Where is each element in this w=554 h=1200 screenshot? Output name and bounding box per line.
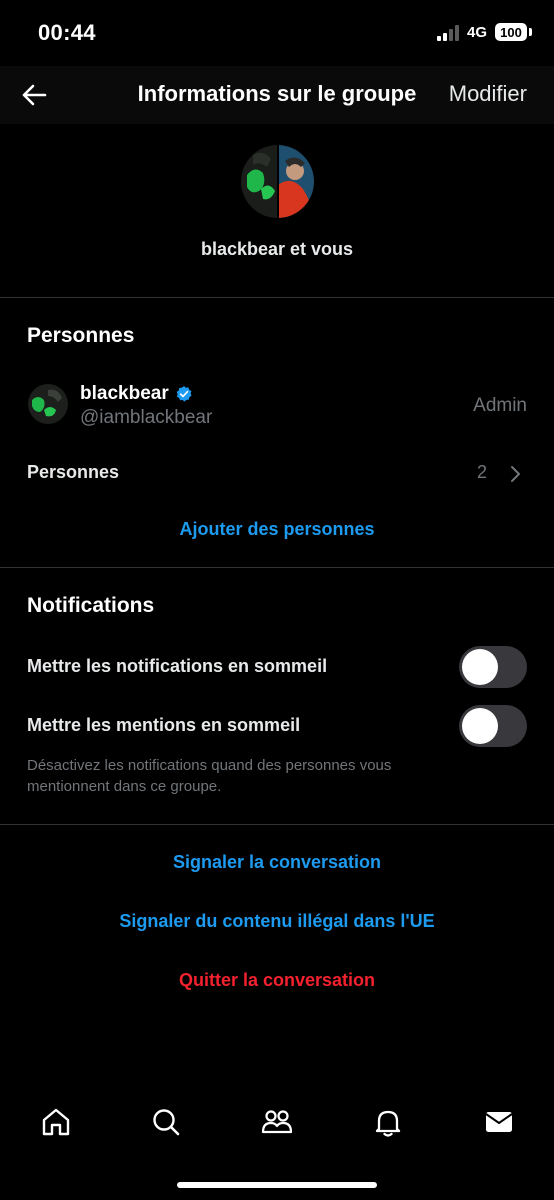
snooze-mentions-label: Mettre les mentions en sommeil [27,715,301,735]
status-bar: 00:44 4G 100 [0,0,554,66]
battery-icon: 100 [495,23,527,41]
leave-conversation-button[interactable]: Quitter la conversation [0,970,554,991]
report-conversation-button[interactable]: Signaler la conversation [0,852,554,873]
nav-messages[interactable] [479,1102,519,1142]
toggle-knob [462,649,498,685]
signal-icon [437,25,459,41]
nav-notifications[interactable] [368,1102,408,1142]
member-avatar [28,384,68,424]
edit-button[interactable]: Modifier [449,81,527,107]
chevron-right-icon [511,466,520,482]
home-indicator [177,1182,377,1188]
member-role: Admin [473,395,527,416]
bottom-nav [0,1090,554,1156]
home-icon [42,1108,70,1136]
group-avatar[interactable] [241,145,314,218]
member-avatar-image [28,384,68,424]
member-name: blackbear [80,383,169,404]
people-row-label: Personnes [27,462,120,482]
member-row[interactable]: blackbear @iamblackbear Admin [0,378,554,434]
snooze-notifications-label: Mettre les notifications en sommeil [27,656,328,676]
communities-icon [261,1110,293,1134]
messages-envelope-icon [485,1112,513,1132]
verified-badge-icon [176,386,192,402]
people-section-title: Personnes [27,324,135,347]
divider [0,567,554,568]
add-people-button[interactable]: Ajouter des personnes [0,519,554,540]
snooze-mentions-toggle[interactable] [459,705,527,747]
arrow-left-icon [22,84,47,106]
people-count: 2 [476,462,487,482]
notifications-bell-icon [375,1110,401,1137]
battery-level: 100 [500,24,522,40]
group-name: blackbear et vous [200,239,354,259]
mentions-helper-text: Désactivez les notifications quand des p… [27,757,392,795]
group-avatar-image [241,145,314,218]
divider [0,824,554,825]
nav-communities[interactable] [257,1102,297,1142]
toggle-knob [462,708,498,744]
notifications-section-title: Notifications [27,594,155,617]
nav-search[interactable] [146,1102,186,1142]
people-list-row[interactable]: Personnes 2 [0,455,554,491]
back-button[interactable] [18,79,50,111]
snooze-notifications-toggle[interactable] [459,646,527,688]
member-handle: @iamblackbear [80,407,213,428]
status-time: 00:44 [38,20,96,45]
snooze-mentions-row: Mettre les mentions en sommeil [0,705,554,749]
header-bar: Informations sur le groupe Modifier [0,66,554,124]
search-icon [153,1109,180,1136]
report-illegal-content-button[interactable]: Signaler du contenu illégal dans l'UE [0,911,554,932]
nav-home[interactable] [36,1102,76,1142]
battery-cap [529,28,532,36]
page-title: Informations sur le groupe [137,81,417,106]
network-label: 4G [467,24,488,41]
divider [0,297,554,298]
snooze-notifications-row: Mettre les notifications en sommeil [0,646,554,690]
